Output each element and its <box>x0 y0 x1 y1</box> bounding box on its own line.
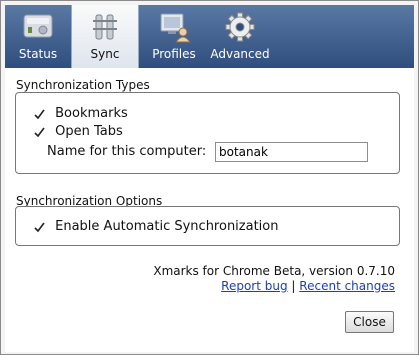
sync-options-group: Enable Automatic Synchronization <box>15 206 400 246</box>
disk-icon <box>23 14 53 38</box>
tab-profiles-label: Profiles <box>152 47 196 61</box>
tab-sync[interactable]: Sync <box>71 5 139 68</box>
tab-status[interactable]: Status <box>5 5 71 68</box>
link-separator: | <box>291 279 296 293</box>
tab-advanced-label: Advanced <box>210 47 270 61</box>
report-bug-link[interactable]: Report bug <box>221 279 287 293</box>
open-tabs-label: Open Tabs <box>55 124 123 139</box>
checkmark-icon <box>34 109 45 119</box>
computer-name-input[interactable] <box>215 142 368 162</box>
sync-panel: Synchronization Types Bookmarks Open Tab… <box>5 68 414 352</box>
footer-links: Report bug | Recent changes <box>221 279 395 293</box>
tab-toolbar: Status Sync Profiles Advanced <box>5 5 414 69</box>
tab-profiles[interactable]: Profiles <box>141 5 207 68</box>
computer-name-label: Name for this computer: <box>47 144 207 159</box>
open-tabs-row: Open Tabs <box>34 123 123 141</box>
auto-sync-label: Enable Automatic Synchronization <box>55 219 279 234</box>
close-button[interactable]: Close <box>345 311 394 333</box>
open-tabs-checkbox[interactable] <box>34 127 45 138</box>
bookmarks-row: Bookmarks <box>34 105 128 123</box>
checkmark-icon <box>34 127 45 137</box>
auto-sync-row: Enable Automatic Synchronization <box>34 218 278 236</box>
sync-types-title: Synchronization Types <box>16 78 150 92</box>
auto-sync-checkbox[interactable] <box>34 222 45 233</box>
tab-status-label: Status <box>18 47 58 61</box>
tab-sync-label: Sync <box>90 47 120 61</box>
tab-advanced[interactable]: Advanced <box>207 5 273 68</box>
xmarks-settings-window: Status Sync Profiles Advanced Synchroniz… <box>0 0 419 355</box>
checkmark-icon <box>34 222 45 232</box>
profiles-icon <box>160 13 191 43</box>
sync-tools-icon <box>93 14 117 40</box>
bookmarks-checkbox[interactable] <box>34 109 45 120</box>
gear-icon <box>225 12 255 42</box>
recent-changes-link[interactable]: Recent changes <box>299 279 395 293</box>
bookmarks-label: Bookmarks <box>55 106 128 121</box>
version-text: Xmarks for Chrome Beta, version 0.7.10 <box>153 264 395 278</box>
